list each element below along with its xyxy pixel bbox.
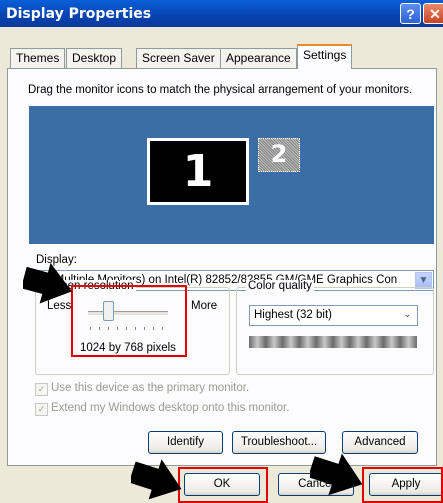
color-quality-value: Highest (32 bit) <box>254 309 332 321</box>
tab-desktop[interactable]: Desktop <box>66 48 123 68</box>
extend-desktop-checkbox[interactable]: ✓ Extend my Windows desktop onto this mon… <box>35 402 289 416</box>
arrow-pointer-icon <box>310 453 363 496</box>
instructions-text: Drag the monitor icons to match the phys… <box>28 84 413 96</box>
ok-highlight-box <box>178 467 268 503</box>
window-title: Display Properties <box>6 6 152 22</box>
help-button[interactable]: ? <box>400 3 421 24</box>
tab-themes[interactable]: Themes <box>10 48 66 68</box>
advanced-button[interactable]: Advanced <box>342 431 418 454</box>
color-quality-group <box>236 287 434 375</box>
tab-screen-saver[interactable]: Screen Saver <box>136 48 221 68</box>
slider-more-label: More <box>191 300 218 312</box>
tab-appearance[interactable]: Appearance <box>220 48 297 68</box>
troubleshoot-button[interactable]: Troubleshoot... <box>232 431 326 454</box>
primary-monitor-checkbox[interactable]: ✓ Use this device as the primary monitor. <box>35 382 249 396</box>
extend-desktop-label: Extend my Windows desktop onto this moni… <box>51 402 290 414</box>
title-bar[interactable]: Display Properties ? ✕ <box>0 0 443 27</box>
identify-button[interactable]: Identify <box>148 431 223 454</box>
arrow-pointer-icon <box>23 263 72 304</box>
color-quality-select[interactable]: Highest (32 bit) ⌄ <box>249 305 418 326</box>
color-quality-label: Color quality <box>246 280 314 292</box>
monitor-2-number: 2 <box>270 140 288 168</box>
monitor-1-number: 1 <box>182 146 214 197</box>
close-button[interactable]: ✕ <box>423 3 443 24</box>
arrow-pointer-icon <box>131 459 182 500</box>
tab-settings[interactable]: Settings <box>297 44 353 69</box>
monitor-1[interactable]: 1 <box>147 138 249 205</box>
checkbox-checked-icon: ✓ <box>35 403 48 416</box>
color-preview-bar <box>249 336 417 348</box>
chevron-down-icon[interactable]: ⌄ <box>399 307 416 324</box>
monitor-2[interactable]: 2 <box>258 138 300 172</box>
resolution-highlight-box <box>71 285 187 357</box>
checkbox-checked-icon: ✓ <box>35 383 48 396</box>
apply-highlight-box <box>362 467 443 503</box>
primary-monitor-label: Use this device as the primary monitor. <box>51 382 250 394</box>
